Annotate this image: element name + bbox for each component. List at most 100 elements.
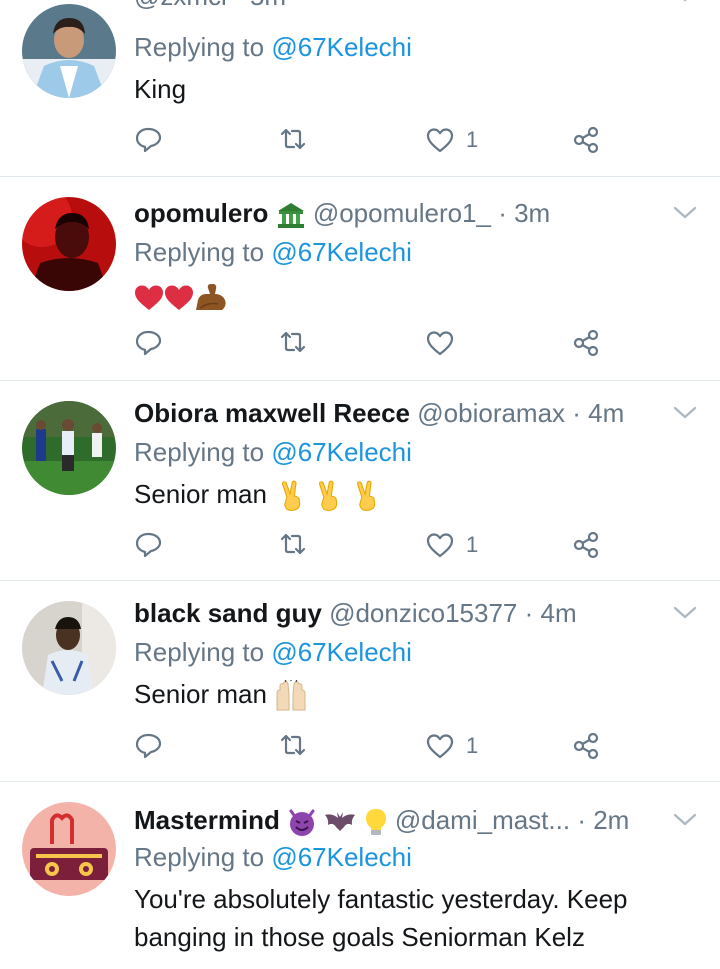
replying-line: Replying to @67Kelechi (134, 633, 412, 671)
user-handle[interactable]: @zxmci (134, 0, 227, 11)
reply-button[interactable] (134, 525, 164, 565)
avatar-image (22, 4, 116, 98)
retweet-icon (280, 331, 306, 353)
heart-icon (426, 331, 454, 356)
user-name[interactable]: Obiora maxwell Reece (134, 398, 410, 428)
reply-icon (135, 532, 162, 558)
share-icon (573, 732, 599, 760)
reply-button[interactable] (134, 323, 164, 363)
retweet-icon (280, 734, 306, 756)
tweet-actions: 1 (134, 525, 614, 565)
like-count: 1 (466, 532, 479, 557)
bank-emoji-icon (277, 203, 304, 229)
tweet-time: · 4m (524, 598, 577, 628)
replying-line: Replying to @67Kelechi (134, 433, 412, 471)
replying-line: Replying to @67Kelechi (134, 28, 412, 66)
tweet-text-content: You're absolutely fantastic yesterday. K… (134, 884, 628, 952)
tweet-header: Mastermind @dami_mast... · 2m (134, 800, 629, 840)
share-button[interactable] (572, 525, 600, 565)
tweet-text-content: Senior man (134, 679, 267, 709)
tweet-item[interactable]: Mastermind @dami_mast... · 2m Replying t… (0, 782, 720, 969)
avatar[interactable] (22, 197, 116, 291)
share-button[interactable] (572, 726, 600, 766)
tweet-header: @zxmci · 5m (134, 0, 286, 16)
flexed-biceps-icon (196, 284, 226, 311)
retweet-icon (280, 533, 306, 555)
user-handle[interactable]: @donzico15377 (329, 598, 517, 628)
heart-icon (426, 734, 454, 759)
replying-line: Replying to @67Kelechi (134, 233, 412, 271)
replying-label: Replying to (134, 237, 265, 267)
retweet-button[interactable] (276, 120, 310, 160)
share-icon (573, 126, 599, 154)
retweet-button[interactable] (276, 323, 310, 363)
reply-icon (135, 330, 162, 356)
avatar[interactable] (22, 4, 116, 98)
tweet-item[interactable]: @zxmci · 5m Replying to @67Kelechi King … (0, 0, 720, 177)
red-heart-icon (165, 285, 193, 311)
like-count: 1 (466, 127, 479, 152)
tweet-header: Obiora maxwell Reece @obioramax · 4m (134, 393, 624, 433)
like-count: 1 (466, 733, 479, 758)
replying-line: Replying to @67Kelechi (134, 838, 412, 876)
chevron-down-icon[interactable] (672, 806, 698, 832)
retweet-button[interactable] (276, 525, 310, 565)
victory-hand-icon (356, 480, 375, 512)
mention-link[interactable]: @67Kelechi (271, 32, 412, 62)
mention-link[interactable]: @67Kelechi (271, 842, 412, 872)
user-handle[interactable]: @opomulero1_ (313, 198, 491, 228)
light-bulb-icon (365, 809, 386, 836)
reply-icon (135, 127, 162, 153)
victory-hand-icon (319, 480, 338, 512)
tweet-text: King (134, 70, 186, 108)
retweet-icon (280, 128, 306, 150)
avatar-image (22, 601, 116, 695)
tweet-text-content: Senior man (134, 479, 267, 509)
mention-link[interactable]: @67Kelechi (271, 437, 412, 467)
victory-hand-icon (282, 480, 301, 512)
tweet-item[interactable]: opomulero @opomulero1_ · 3m Replying to … (0, 177, 720, 381)
mention-link[interactable]: @67Kelechi (271, 637, 412, 667)
user-handle[interactable]: @dami_mast... (395, 805, 570, 835)
tweet-header: black sand guy @donzico15377 · 4m (134, 593, 577, 633)
red-heart-icon (135, 285, 163, 311)
replying-label: Replying to (134, 32, 265, 62)
share-icon (573, 531, 599, 559)
smiling-devil-icon (289, 809, 315, 837)
user-handle[interactable]: @obioramax (417, 398, 565, 428)
user-name[interactable]: black sand guy (134, 598, 322, 628)
reply-button[interactable] (134, 726, 164, 766)
retweet-button[interactable] (276, 726, 310, 766)
like-button[interactable]: 1 (426, 120, 478, 160)
bat-icon (325, 812, 356, 832)
avatar-image (22, 802, 116, 896)
share-button[interactable] (572, 120, 600, 160)
like-button[interactable] (426, 323, 466, 363)
tweet-time: · 2m (577, 805, 630, 835)
chevron-down-icon[interactable] (672, 0, 698, 8)
like-button[interactable]: 1 (426, 525, 478, 565)
replying-label: Replying to (134, 842, 265, 872)
chevron-down-icon[interactable] (672, 599, 698, 625)
mention-link[interactable]: @67Kelechi (271, 237, 412, 267)
tweet-text (134, 277, 228, 313)
reply-button[interactable] (134, 120, 164, 160)
avatar[interactable] (22, 401, 116, 495)
chevron-down-icon[interactable] (672, 199, 698, 225)
tweet-item[interactable]: black sand guy @donzico15377 · 4m Replyi… (0, 581, 720, 782)
heart-icon (426, 128, 454, 153)
tweet-text: You're absolutely fantastic yesterday. K… (134, 880, 674, 956)
avatar[interactable] (22, 601, 116, 695)
user-name[interactable]: Mastermind (134, 805, 280, 835)
share-button[interactable] (572, 323, 600, 363)
tweet-header: opomulero @opomulero1_ · 3m (134, 193, 550, 233)
user-name[interactable]: opomulero (134, 198, 268, 228)
chevron-down-icon[interactable] (672, 399, 698, 425)
tweet-actions: 1 (134, 726, 614, 766)
avatar[interactable] (22, 802, 116, 896)
reply-icon (135, 733, 162, 759)
replying-label: Replying to (134, 637, 265, 667)
tweet-text-content: King (134, 74, 187, 104)
tweet-item[interactable]: Obiora maxwell Reece @obioramax · 4m Rep… (0, 381, 720, 581)
like-button[interactable]: 1 (426, 726, 478, 766)
